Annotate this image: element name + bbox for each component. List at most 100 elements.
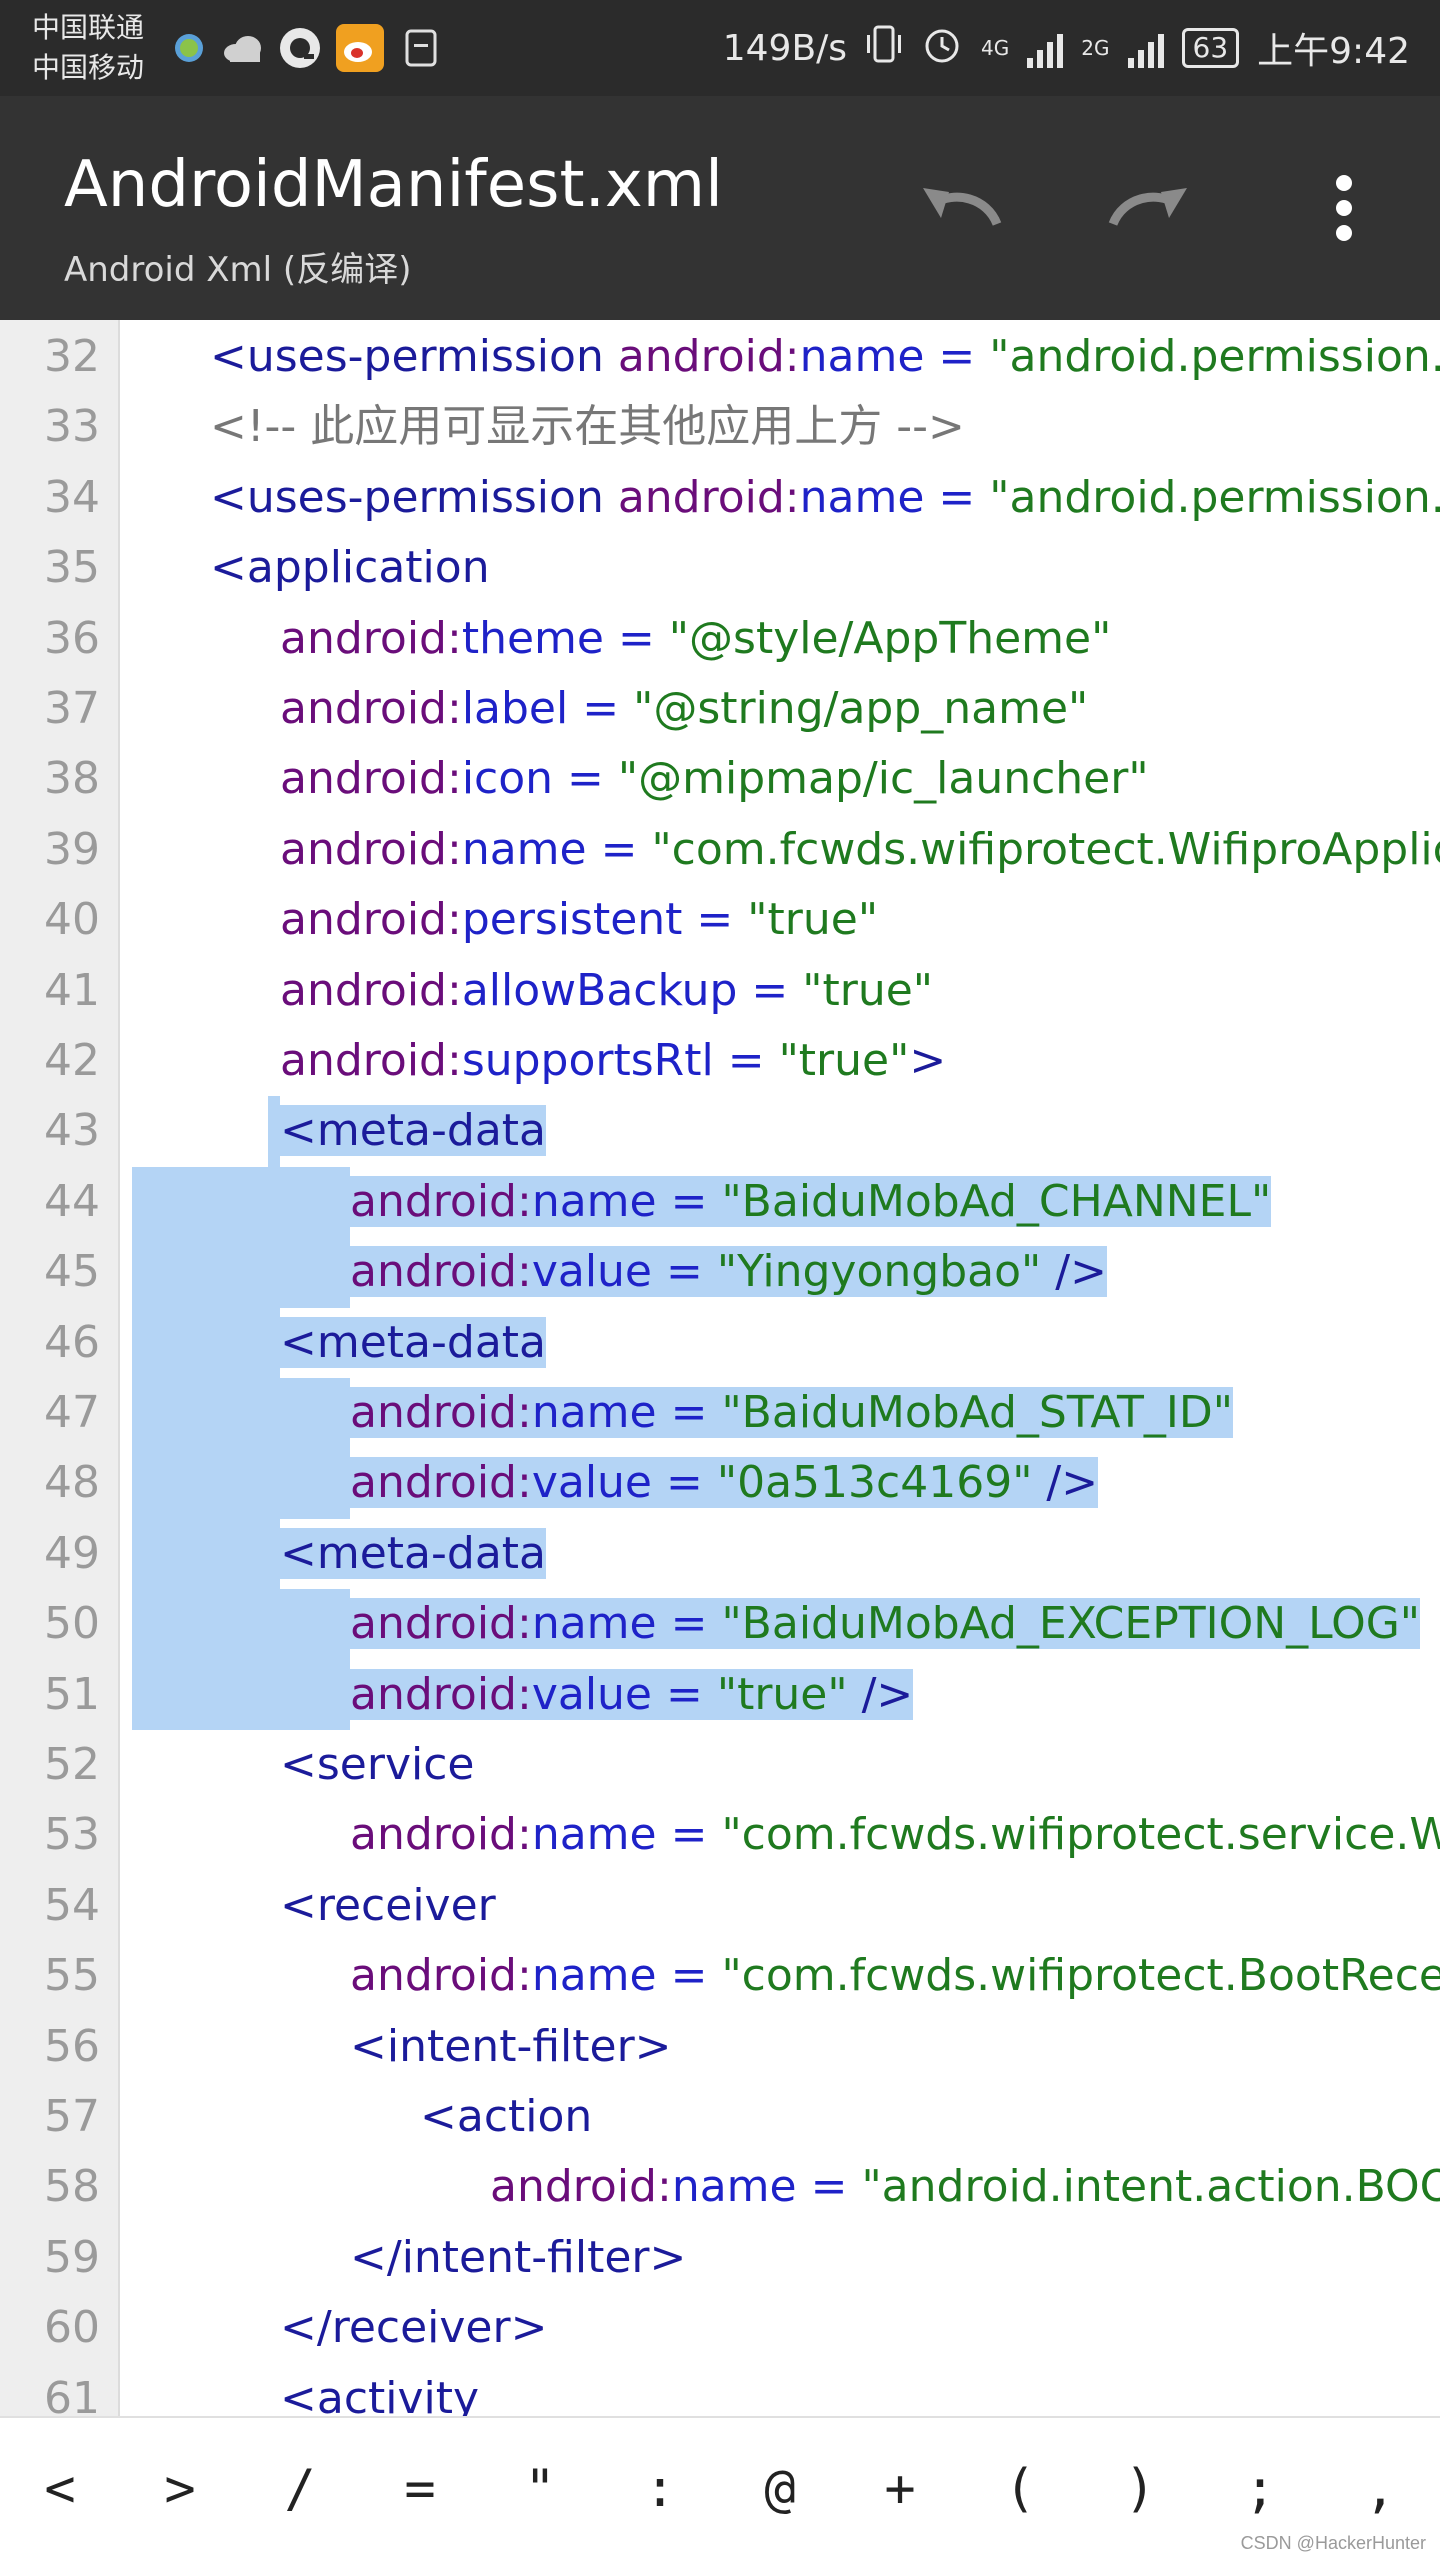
code-line[interactable]: 38 android:icon = "@mipmap/ic_launcher" (0, 744, 1440, 814)
code-line[interactable]: 35 <application (0, 533, 1440, 603)
code-line[interactable]: 43 <meta-data (0, 1096, 1440, 1167)
token-eq: = (656, 1387, 722, 1438)
line-number: 51 (44, 1668, 100, 1720)
token-attr: name (531, 1175, 657, 1227)
symbol-key[interactable]: ( (960, 2417, 1080, 2560)
token-ns: android: (280, 612, 462, 664)
status-bar: 中国联通 中国移动 149B/s 4G 2G 63 上午9:42 (0, 0, 1440, 96)
symbol-key[interactable]: = (360, 2417, 480, 2560)
code-text: <intent-filter> (350, 2012, 672, 2082)
symbol-key[interactable]: > (120, 2417, 240, 2560)
more-options-button[interactable] (1284, 148, 1404, 268)
alarm-icon (921, 23, 963, 74)
symbol-key[interactable]: @ (720, 2417, 840, 2560)
code-editor[interactable]: 32 <uses-permission android:name = "andro… (0, 320, 1440, 2416)
code-text: android:icon = "@mipmap/ic_launcher" (280, 744, 1149, 814)
token-attr: name (799, 331, 925, 382)
token-tag: <uses-permission (210, 471, 618, 523)
symbol-key[interactable]: ) (1080, 2417, 1200, 2560)
token-ns: android: (350, 1598, 532, 1650)
code-text: android:name = "android.intent.action.BO… (490, 2152, 1440, 2222)
code-line[interactable]: 33 <!-- 此应用可显示在其他应用上方 --> (0, 392, 1440, 462)
code-line[interactable]: 60 </receiver> (0, 2293, 1440, 2363)
selection-highlight (132, 1589, 350, 1660)
token-tag: <receiver (280, 1879, 496, 1931)
symbol-key[interactable]: : (600, 2417, 720, 2560)
token-val: "@style/AppTheme" (668, 612, 1112, 664)
code-line[interactable]: 55 android:name = "com.fcwds.wifiprotect.… (0, 1941, 1440, 2011)
symbol-key[interactable]: " (480, 2417, 600, 2560)
code-line[interactable]: 34 <uses-permission android:name = "andro… (0, 463, 1440, 533)
redo-button[interactable] (1090, 148, 1210, 268)
signal-2-icon (1127, 28, 1164, 68)
code-text: android:name = "com.fcwds.wifiprotect.Wi… (280, 815, 1440, 885)
code-line[interactable]: 32 <uses-permission android:name = "andro… (0, 322, 1440, 392)
token-attr: supportsRtl (461, 1035, 714, 1086)
line-number: 41 (44, 964, 100, 1016)
line-number: 34 (44, 471, 100, 523)
undo-button[interactable] (900, 148, 1020, 268)
code-line[interactable]: 48 android:value = "0a513c4169" /> (0, 1448, 1440, 1519)
code-text: </receiver> (280, 2293, 547, 2363)
code-line[interactable]: 53 android:name = "com.fcwds.wifiprotect.… (0, 1800, 1440, 1870)
selection-highlight (132, 1659, 350, 1730)
code-line[interactable]: 50 android:name = "BaiduMobAd_EXCEPTION_L… (0, 1589, 1440, 1660)
code-line[interactable]: 56 <intent-filter> (0, 2012, 1440, 2082)
code-line[interactable]: 41 android:allowBackup = "true" (0, 956, 1440, 1026)
line-number: 48 (44, 1457, 100, 1509)
token-val: "com.fcwds.wifiprotect.WifiproApplicat (651, 823, 1440, 875)
token-tag: <meta-data (280, 1316, 546, 1368)
line-number: 44 (44, 1175, 100, 1227)
selection-highlight (132, 1166, 350, 1238)
token-tag: </receiver> (280, 2302, 548, 2354)
token-attr: theme (461, 612, 604, 664)
code-text: <activity (280, 2364, 479, 2416)
selection-highlight (268, 1096, 280, 1167)
code-line[interactable]: 51 android:value = "true" /> (0, 1659, 1440, 1730)
line-number: 55 (44, 1950, 100, 2002)
cloud-icon (222, 26, 264, 70)
code-line[interactable]: 58 android:name = "android.intent.action.… (0, 2152, 1440, 2222)
app-bar: AndroidManifest.xml Android Xml (反编译) (0, 96, 1440, 320)
code-line[interactable]: 36 android:theme = "@style/AppTheme" (0, 604, 1440, 674)
code-line[interactable]: 52 <service (0, 1730, 1440, 1800)
token-tag: <meta-data (280, 1105, 546, 1157)
token-attr: name (461, 823, 587, 875)
code-line[interactable]: 59 </intent-filter> (0, 2223, 1440, 2293)
token-ns: android: (617, 331, 800, 382)
code-text: </intent-filter> (350, 2223, 686, 2293)
carrier-1: 中国联通 (32, 11, 145, 44)
token-ns: android: (280, 964, 462, 1016)
token-tag: > (909, 1035, 947, 1086)
symbol-key[interactable]: / (240, 2417, 360, 2560)
code-text: <meta-data (280, 1096, 546, 1166)
code-line[interactable]: 42 android:supportsRtl = "true"> (0, 1026, 1440, 1096)
token-attr: name (531, 1950, 657, 2002)
code-line[interactable]: 44 android:name = "BaiduMobAd_CHANNEL" (0, 1166, 1440, 1238)
code-line[interactable]: 57 <action (0, 2082, 1440, 2152)
token-comment: <!-- 此应用可显示在其他应用上方 --> (210, 401, 965, 453)
code-line[interactable]: 45 android:value = "Yingyongbao" /> (0, 1237, 1440, 1308)
code-line[interactable]: 46 <meta-data (0, 1307, 1440, 1378)
code-line[interactable]: 37 android:label = "@string/app_name" (0, 674, 1440, 744)
token-tag: <service (280, 1739, 475, 1790)
token-val: "com.fcwds.wifiprotect.BootReceive (721, 1950, 1440, 2002)
line-number: 58 (44, 2161, 100, 2213)
symbol-key[interactable]: < (0, 2417, 120, 2560)
code-line[interactable]: 39 android:name = "com.fcwds.wifiprotect.… (0, 815, 1440, 885)
code-text: android:name = "BaiduMobAd_CHANNEL" (350, 1167, 1272, 1237)
code-line[interactable]: 49 <meta-data (0, 1518, 1440, 1590)
line-number: 50 (44, 1598, 100, 1650)
token-val: "BaiduMobAd_STAT_ID" (721, 1387, 1233, 1438)
line-number: 35 (44, 542, 100, 594)
network-type-2: 2G (1081, 36, 1110, 60)
symbol-key[interactable]: + (840, 2417, 960, 2560)
line-number: 54 (44, 1879, 100, 1931)
code-line[interactable]: 47 android:name = "BaiduMobAd_STAT_ID" (0, 1378, 1440, 1449)
token-val: "android.permission.SYS (989, 471, 1440, 523)
code-line[interactable]: 40 android:persistent = "true" (0, 885, 1440, 955)
token-tag: <intent-filter> (350, 2020, 672, 2072)
code-line[interactable]: 61 <activity (0, 2364, 1440, 2416)
code-line[interactable]: 54 <receiver (0, 1871, 1440, 1941)
line-number: 33 (44, 401, 100, 453)
